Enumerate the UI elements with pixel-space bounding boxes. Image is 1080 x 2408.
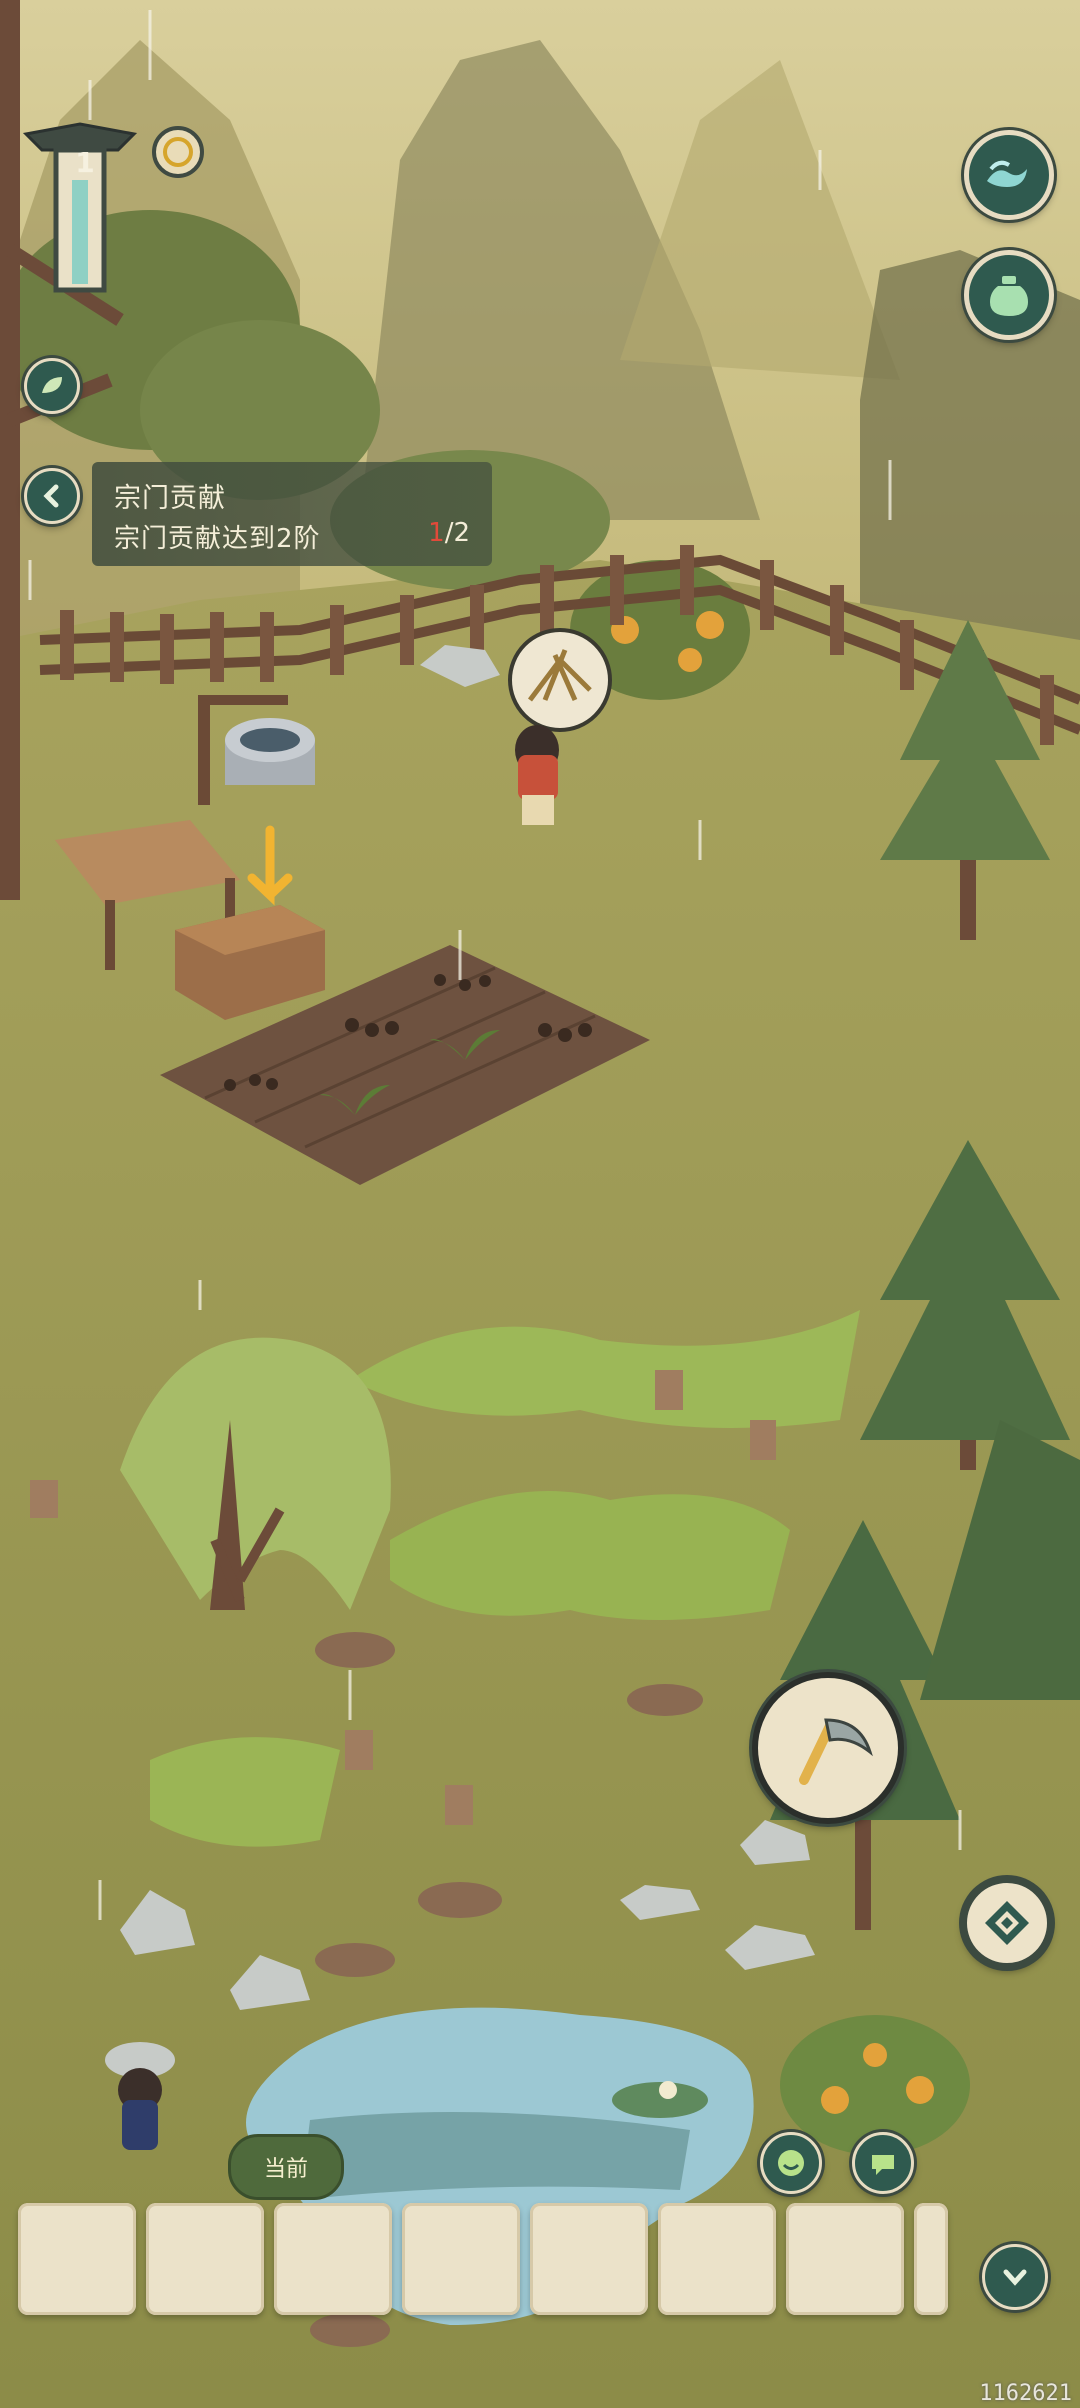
- jar-icon: [990, 276, 1028, 316]
- menu-button[interactable]: [962, 1878, 1052, 1968]
- inventory-slot[interactable]: [786, 2203, 904, 2315]
- chat-button[interactable]: [852, 2132, 914, 2194]
- quest-progress-current: 1: [428, 518, 445, 548]
- emoji-button[interactable]: [760, 2132, 822, 2194]
- quest-progress: 1/2: [428, 518, 470, 548]
- quest-description: 宗门贡献达到2阶: [114, 524, 321, 554]
- wave-button[interactable]: [964, 130, 1054, 220]
- inventory-slot[interactable]: [18, 2203, 136, 2315]
- chat-bubble-button[interactable]: [152, 126, 204, 178]
- watermark: 1162621: [979, 2381, 1072, 2406]
- inventory-slot[interactable]: [402, 2203, 520, 2315]
- inventory-slot[interactable]: [274, 2203, 392, 2315]
- chevron-down-icon: [1003, 2269, 1027, 2286]
- player-level: 1: [75, 146, 95, 179]
- leaf-button[interactable]: [24, 358, 80, 414]
- chat-icon: [872, 2155, 894, 2175]
- wave-icon: [987, 160, 1027, 187]
- inventory-slot[interactable]: [530, 2203, 648, 2315]
- inventory-slot[interactable]: [146, 2203, 264, 2315]
- leaf-icon: [42, 377, 62, 393]
- diamond-grid-icon: [985, 1901, 1029, 1945]
- chat-bubble-icon: [163, 137, 193, 167]
- inventory-slot[interactable]: [914, 2203, 948, 2315]
- collapse-button[interactable]: [982, 2244, 1048, 2310]
- quest-title: 宗门贡献: [114, 483, 226, 514]
- inventory-slot[interactable]: [658, 2203, 776, 2315]
- tool-button[interactable]: [752, 1672, 904, 1824]
- jar-button[interactable]: [964, 250, 1054, 340]
- back-button[interactable]: [24, 468, 80, 524]
- quest-panel[interactable]: 宗门贡献 宗门贡献达到2阶 1/2: [92, 462, 492, 566]
- game-scene[interactable]: [0, 0, 1080, 2408]
- back-arrow-icon: [43, 484, 59, 508]
- smile-icon: [778, 2150, 804, 2176]
- quest-progress-total: /2: [444, 518, 470, 548]
- sickle-icon: [799, 1718, 873, 1785]
